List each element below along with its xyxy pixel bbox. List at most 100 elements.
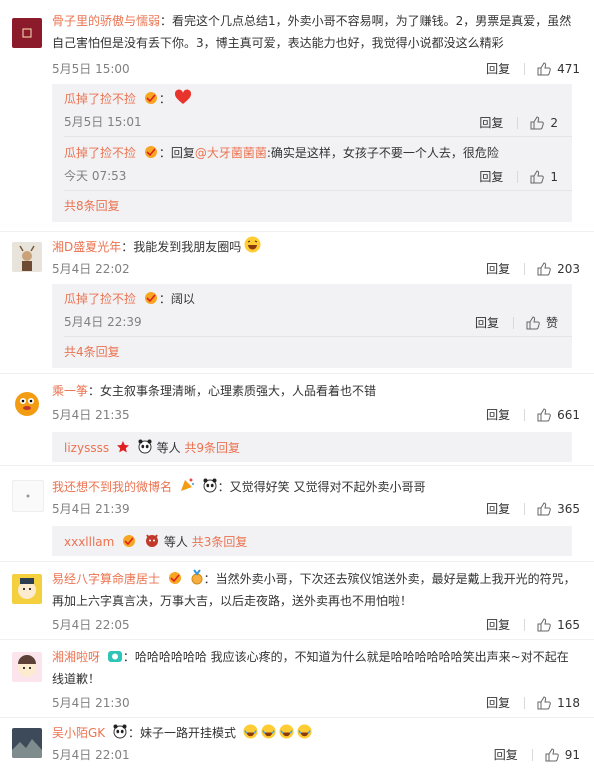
mention-link[interactable]: @大牙菌菌菌 [195,146,267,160]
reply-text: :确实是这样，女孩子不要一个人去，很危险 [266,146,499,160]
avatar[interactable] [12,242,42,272]
comment-time: 5月4日 21:30 [52,696,130,710]
like-button[interactable]: 165 [537,618,580,632]
like-button[interactable]: 118 [537,696,580,710]
comment-text: ：我能发到我朋友圈吗 [121,240,242,254]
reply-button[interactable]: 回复 [479,168,503,185]
reply-button[interactable]: 回复 [479,114,503,131]
reply-username[interactable]: 瓜掉了捡不捡 [64,92,136,106]
comment-content: 易经八字算命唐居士 ：当然外卖小哥，下次还去殡仪馆送外卖，最好是戴上我开光的符咒… [52,568,580,612]
comment-content: 骨子里的骄傲与懦弱：看完这个几点总结1，外卖小哥不容易啊，为了赚钱。2，男票是真… [52,10,580,54]
comment-username[interactable]: 我还想不到我的微博名 [52,480,172,494]
more-replies-link[interactable]: 共4条回复 [64,342,120,362]
reply-button[interactable]: 回复 [486,60,510,77]
like-count: 2 [550,115,558,130]
comment-item: 吴小陌GK ：妹子一路开挂模式 5月4日 22:01 回复 91 [0,718,594,771]
comment-actions: 回复 661 [486,406,580,423]
reply-summary: lizyssss 等人 共9条回复 [52,432,572,462]
thumbs-up-icon [526,315,540,329]
divider [64,136,572,137]
red-star-icon [116,441,129,453]
like-button[interactable]: 365 [537,502,580,516]
avatar[interactable] [12,480,44,512]
reply-prefix: ：回复 [158,146,195,160]
comment-time: 5月4日 21:35 [52,408,130,422]
like-button[interactable]: 赞 [526,314,558,331]
like-button[interactable]: 661 [537,408,580,422]
divider [64,190,572,191]
divider [512,316,514,329]
comment-time: 5月4日 22:02 [52,262,130,276]
reply-button[interactable]: 回复 [486,616,510,633]
divider [524,262,526,275]
reply-button[interactable]: 回复 [486,406,510,423]
comment-content: 湘湘啦呀 ：哈哈哈哈哈哈 我应该心疼的，不知道为什么就是哈哈哈哈哈哈笑出声来~对… [52,646,580,690]
reply-button[interactable]: 回复 [475,314,499,331]
like-count: 165 [557,617,580,632]
vip-badge-icon [168,572,181,584]
reply-username[interactable]: 瓜掉了捡不捡 [64,292,136,306]
summary-text: 等人 [163,535,188,549]
avatar[interactable] [12,574,42,604]
laughing-emoji-icon [244,236,261,253]
avatar[interactable] [12,728,42,758]
reply-text: ：阔以 [158,292,195,306]
divider [524,408,526,421]
vip-badge-icon [123,535,136,547]
comment-username[interactable]: 易经八字算命唐居士 [52,572,160,586]
comment-username[interactable]: 乘一筝 [52,384,88,398]
comment-content: 乘一筝：女主叙事条理清晰，心理素质强大，人品看着也不错 [52,380,580,402]
more-replies-link[interactable]: 共9条回复 [184,441,240,455]
like-count: 91 [564,747,580,762]
heart-icon [174,89,191,104]
like-count: 661 [557,407,580,422]
reply-button[interactable]: 回复 [486,500,510,517]
thumbs-up-icon [530,169,545,183]
comment-item: 湘D盛夏光年：我能发到我朋友圈吗 5月4日 22:02 回复 203 瓜掉了捡不… [0,232,594,374]
comment-text: ：又觉得好笑 又觉得对不起外卖小哥哥 [217,480,426,494]
like-button[interactable]: 1 [530,170,558,184]
reply-item: 瓜掉了捡不捡 ： 5月5日 15:01 回复 2 [64,84,558,136]
like-button[interactable]: 2 [530,116,558,130]
comment-username[interactable]: 吴小陌GK [52,726,105,740]
comment-username[interactable]: 湘D盛夏光年 [52,240,121,254]
thumbs-up-icon [537,61,551,75]
comment-time: 5月5日 15:00 [52,62,130,76]
like-count: 1 [550,169,558,184]
comment-text: ：妹子一路开挂模式 [128,726,237,740]
reply-username[interactable]: lizyssss [64,441,109,455]
reply-button[interactable]: 回复 [494,746,518,763]
thumbs-up-icon [537,617,551,631]
avatar[interactable] [12,18,42,48]
panda-icon [203,478,217,493]
reply-summary: xxxlllam 等人 共3条回复 [52,526,572,556]
reply-username[interactable]: 瓜掉了捡不捡 [64,146,136,160]
more-replies-link[interactable]: 共3条回复 [192,535,248,549]
more-replies-link[interactable]: 共8条回复 [64,196,120,216]
thumbs-up-icon [530,115,545,129]
reply-box: 瓜掉了捡不捡 ： 5月5日 15:01 回复 2 瓜掉了捡不捡 ：回复@大牙菌菌… [52,84,572,222]
reply-button[interactable]: 回复 [486,694,510,711]
like-button[interactable]: 203 [537,262,580,276]
devil-emoji-icon [146,534,159,547]
comment-username[interactable]: 湘湘啦呀 [52,650,100,664]
avatar[interactable] [12,388,42,418]
like-button[interactable]: 471 [537,62,580,76]
avatar[interactable] [12,652,42,682]
panda-icon [138,439,152,454]
crying-laugh-emoji-icon [279,724,294,739]
reply-box: 瓜掉了捡不捡 ：阔以 5月4日 22:39 回复 赞 共4条回复 [52,284,572,368]
reply-username[interactable]: xxxlllam [64,535,114,549]
reply-item: 瓜掉了捡不捡 ：回复@大牙菌菌菌:确实是这样，女孩子不要一个人去，很危险 今天 … [64,138,558,190]
comment-content: 吴小陌GK ：妹子一路开挂模式 [52,722,580,744]
crying-laugh-emoji-icon [297,724,312,739]
comment-actions: 回复 365 [486,500,580,517]
comment-content: 湘D盛夏光年：我能发到我朋友圈吗 [52,236,580,258]
reply-button[interactable]: 回复 [486,260,510,277]
vip-badge-icon [144,146,157,158]
comment-username[interactable]: 骨子里的骄傲与懦弱 [52,14,160,28]
crying-laugh-emoji-icon [243,724,258,739]
party-icon [180,478,194,491]
divider [524,502,526,515]
like-button[interactable]: 91 [545,748,580,762]
